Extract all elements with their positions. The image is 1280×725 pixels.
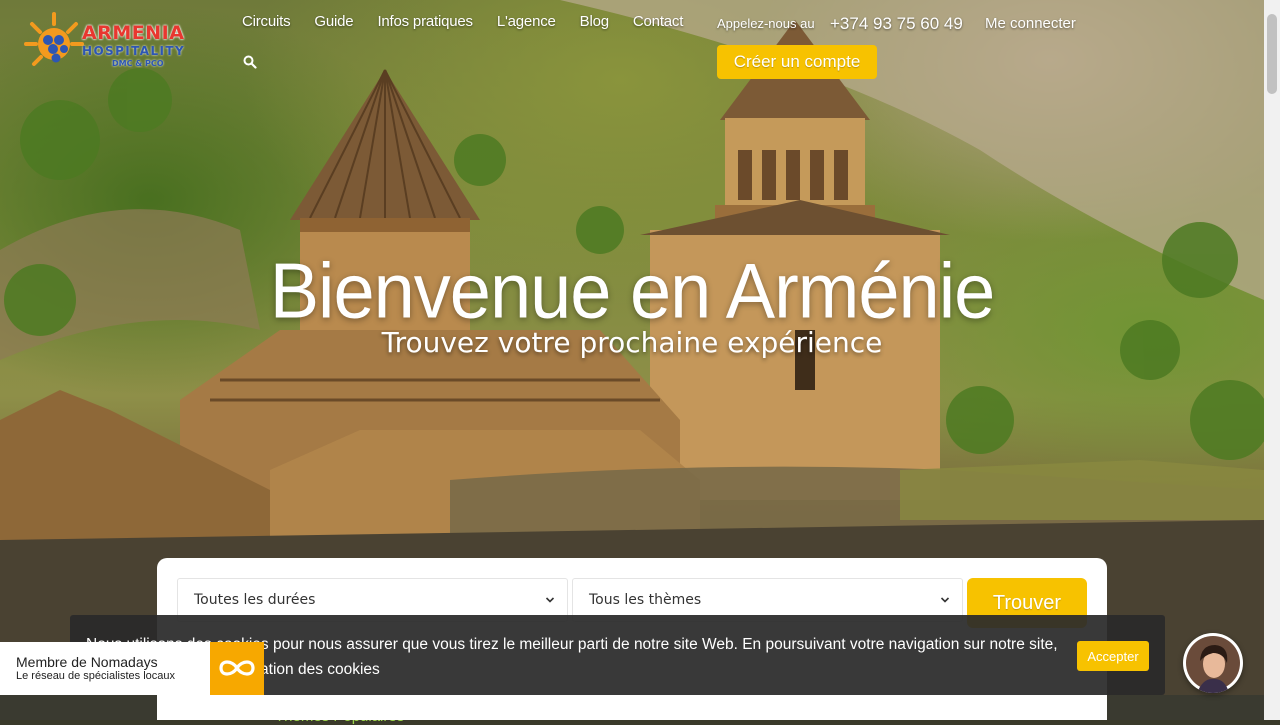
- theme-select-value: Tous les thèmes: [589, 592, 702, 608]
- scrollbar-thumb[interactable]: [1267, 14, 1277, 94]
- nav-item-guide[interactable]: Guide: [314, 13, 353, 30]
- nomadays-logo: [210, 642, 264, 695]
- hero-title: Bienvenue en Arménie: [269, 246, 996, 335]
- nav-item-circuits[interactable]: Circuits: [242, 13, 291, 30]
- hero-subtitle: Trouvez votre prochaine expérience: [381, 326, 883, 359]
- sun-grape-logo-icon: [24, 12, 84, 66]
- nav-item-blog[interactable]: Blog: [580, 13, 609, 30]
- nomadays-badge[interactable]: Membre de Nomadays Le réseau de spéciali…: [0, 642, 264, 695]
- nomadays-subtitle: Le réseau de spécialistes locaux: [16, 670, 175, 682]
- agent-avatar-icon: [1186, 636, 1240, 693]
- nomadays-title: Membre de Nomadays: [16, 654, 158, 670]
- page-scrollbar[interactable]: [1264, 0, 1280, 720]
- nav-item-contact[interactable]: Contact: [633, 13, 683, 30]
- phone-number-link[interactable]: +374 93 75 60 49: [830, 14, 963, 34]
- nav-item-agence[interactable]: L'agence: [497, 13, 556, 30]
- search-icon[interactable]: [243, 55, 257, 69]
- accept-cookies-button[interactable]: Accepter: [1077, 641, 1149, 671]
- chevron-down-icon: [940, 597, 950, 603]
- nav-item-infos-pratiques[interactable]: Infos pratiques: [377, 13, 473, 30]
- main-nav: Circuits Guide Infos pratiques L'agence …: [242, 13, 683, 30]
- chat-avatar-button[interactable]: [1183, 633, 1243, 693]
- brand-tagline: DMC & PCO: [112, 59, 164, 68]
- chevron-down-icon: [545, 597, 555, 603]
- brand-name-line1: ARMENIA: [82, 22, 185, 44]
- login-link[interactable]: Me connecter: [985, 15, 1076, 32]
- brand-name-line2: HOSPITALITY: [82, 44, 186, 58]
- infinity-icon: [219, 660, 255, 676]
- create-account-button[interactable]: Créer un compte: [717, 45, 877, 79]
- call-us-label: Appelez-nous au: [717, 16, 815, 31]
- duration-select-value: Toutes les durées: [194, 592, 316, 608]
- brand-logo[interactable]: ARMENIA HOSPITALITY DMC & PCO: [24, 10, 196, 72]
